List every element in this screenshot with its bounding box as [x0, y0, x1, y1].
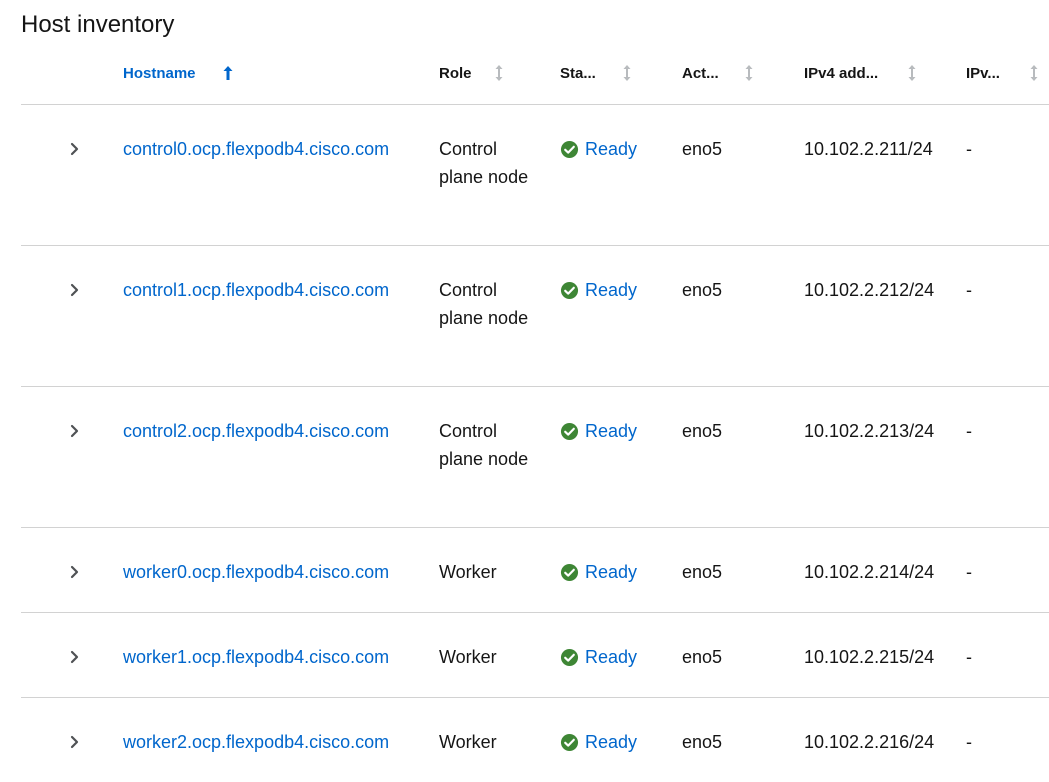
ipv4-cell: 10.102.2.212/24: [804, 280, 935, 300]
ipv6-cell: -: [966, 421, 972, 441]
check-circle-icon: [560, 140, 579, 158]
table-header: Hostname Role Sta... Act... IPv4 add...: [21, 50, 1049, 105]
role-cell: Control plane node: [439, 280, 529, 328]
hostname-link[interactable]: worker0.ocp.flexpodb4.cisco.com: [123, 558, 389, 586]
status-label: Ready: [585, 421, 638, 441]
hostname-link[interactable]: control0.ocp.flexpodb4.cisco.com: [123, 135, 389, 163]
sort-updown-icon: [908, 65, 916, 81]
page-title: Host inventory: [21, 11, 175, 38]
check-circle-icon: [560, 281, 579, 299]
status-cell[interactable]: Ready: [560, 558, 637, 586]
active-nic-cell: eno5: [682, 421, 723, 441]
role-cell: Worker: [439, 562, 497, 582]
column-header-ipv6[interactable]: IPv...: [966, 50, 1038, 96]
ipv4-cell: 10.102.2.213/24: [804, 421, 935, 441]
sort-updown-icon: [495, 65, 503, 81]
hostname-link[interactable]: control1.ocp.flexpodb4.cisco.com: [123, 276, 389, 304]
chevron-right-icon[interactable]: [65, 562, 85, 582]
column-header-label: IPv...: [966, 64, 1000, 82]
check-circle-icon: [560, 648, 579, 666]
active-nic-cell: eno5: [682, 647, 723, 667]
status-cell[interactable]: Ready: [560, 728, 637, 756]
arrow-up-icon: [223, 66, 233, 80]
column-header-ipv4[interactable]: IPv4 add...: [804, 50, 916, 96]
table-row: control0.ocp.flexpodb4.cisco.com Control…: [21, 105, 1049, 246]
ipv6-cell: -: [966, 280, 972, 300]
table-row: worker0.ocp.flexpodb4.cisco.com Worker R…: [21, 528, 1049, 613]
role-cell: Worker: [439, 647, 497, 667]
active-nic-cell: eno5: [682, 732, 723, 752]
ipv6-cell: -: [966, 562, 972, 582]
chevron-right-icon[interactable]: [65, 421, 85, 441]
column-header-label: Act...: [682, 64, 719, 82]
status-label: Ready: [585, 280, 638, 300]
status-cell[interactable]: Ready: [560, 643, 637, 671]
active-nic-cell: eno5: [682, 139, 723, 159]
host-inventory-page: Host inventory Hostname Role Sta... Act.…: [0, 0, 1049, 768]
sort-updown-icon: [745, 65, 753, 81]
status-label: Ready: [585, 647, 638, 667]
sort-updown-icon: [1030, 65, 1038, 81]
ipv6-cell: -: [966, 647, 972, 667]
ipv4-cell: 10.102.2.215/24: [804, 647, 935, 667]
ipv6-cell: -: [966, 732, 972, 752]
column-header-hostname[interactable]: Hostname: [123, 50, 233, 96]
hostname-link[interactable]: worker2.ocp.flexpodb4.cisco.com: [123, 728, 389, 756]
ipv4-cell: 10.102.2.214/24: [804, 562, 935, 582]
table-row: control2.ocp.flexpodb4.cisco.com Control…: [21, 387, 1049, 528]
table-row: worker2.ocp.flexpodb4.cisco.com Worker R…: [21, 698, 1049, 782]
chevron-right-icon[interactable]: [65, 732, 85, 752]
status-cell[interactable]: Ready: [560, 417, 637, 445]
column-header-label: Sta...: [560, 64, 596, 82]
active-nic-cell: eno5: [682, 280, 723, 300]
table-row: control1.ocp.flexpodb4.cisco.com Control…: [21, 246, 1049, 387]
status-cell[interactable]: Ready: [560, 135, 637, 163]
status-label: Ready: [585, 562, 638, 582]
check-circle-icon: [560, 422, 579, 440]
role-cell: Worker: [439, 732, 497, 752]
column-header-status[interactable]: Sta...: [560, 50, 631, 96]
table-row: worker1.ocp.flexpodb4.cisco.com Worker R…: [21, 613, 1049, 698]
status-label: Ready: [585, 732, 638, 752]
table-body: control0.ocp.flexpodb4.cisco.com Control…: [21, 105, 1049, 782]
column-header-label: IPv4 add...: [804, 64, 879, 82]
role-cell: Control plane node: [439, 139, 529, 187]
sort-updown-icon: [623, 65, 631, 81]
check-circle-icon: [560, 733, 579, 751]
role-cell: Control plane node: [439, 421, 529, 469]
column-header-label: Role: [439, 64, 472, 82]
status-label: Ready: [585, 139, 638, 159]
ipv4-cell: 10.102.2.216/24: [804, 732, 935, 752]
hostname-link[interactable]: worker1.ocp.flexpodb4.cisco.com: [123, 643, 389, 671]
active-nic-cell: eno5: [682, 562, 723, 582]
column-header-role[interactable]: Role: [439, 50, 503, 96]
check-circle-icon: [560, 563, 579, 581]
chevron-right-icon[interactable]: [65, 280, 85, 300]
chevron-right-icon[interactable]: [65, 647, 85, 667]
hostname-link[interactable]: control2.ocp.flexpodb4.cisco.com: [123, 417, 389, 445]
column-header-active-nic[interactable]: Act...: [682, 50, 753, 96]
chevron-right-icon[interactable]: [65, 139, 85, 159]
ipv4-cell: 10.102.2.211/24: [804, 139, 933, 159]
ipv6-cell: -: [966, 139, 972, 159]
status-cell[interactable]: Ready: [560, 276, 637, 304]
column-header-label: Hostname: [123, 64, 196, 82]
